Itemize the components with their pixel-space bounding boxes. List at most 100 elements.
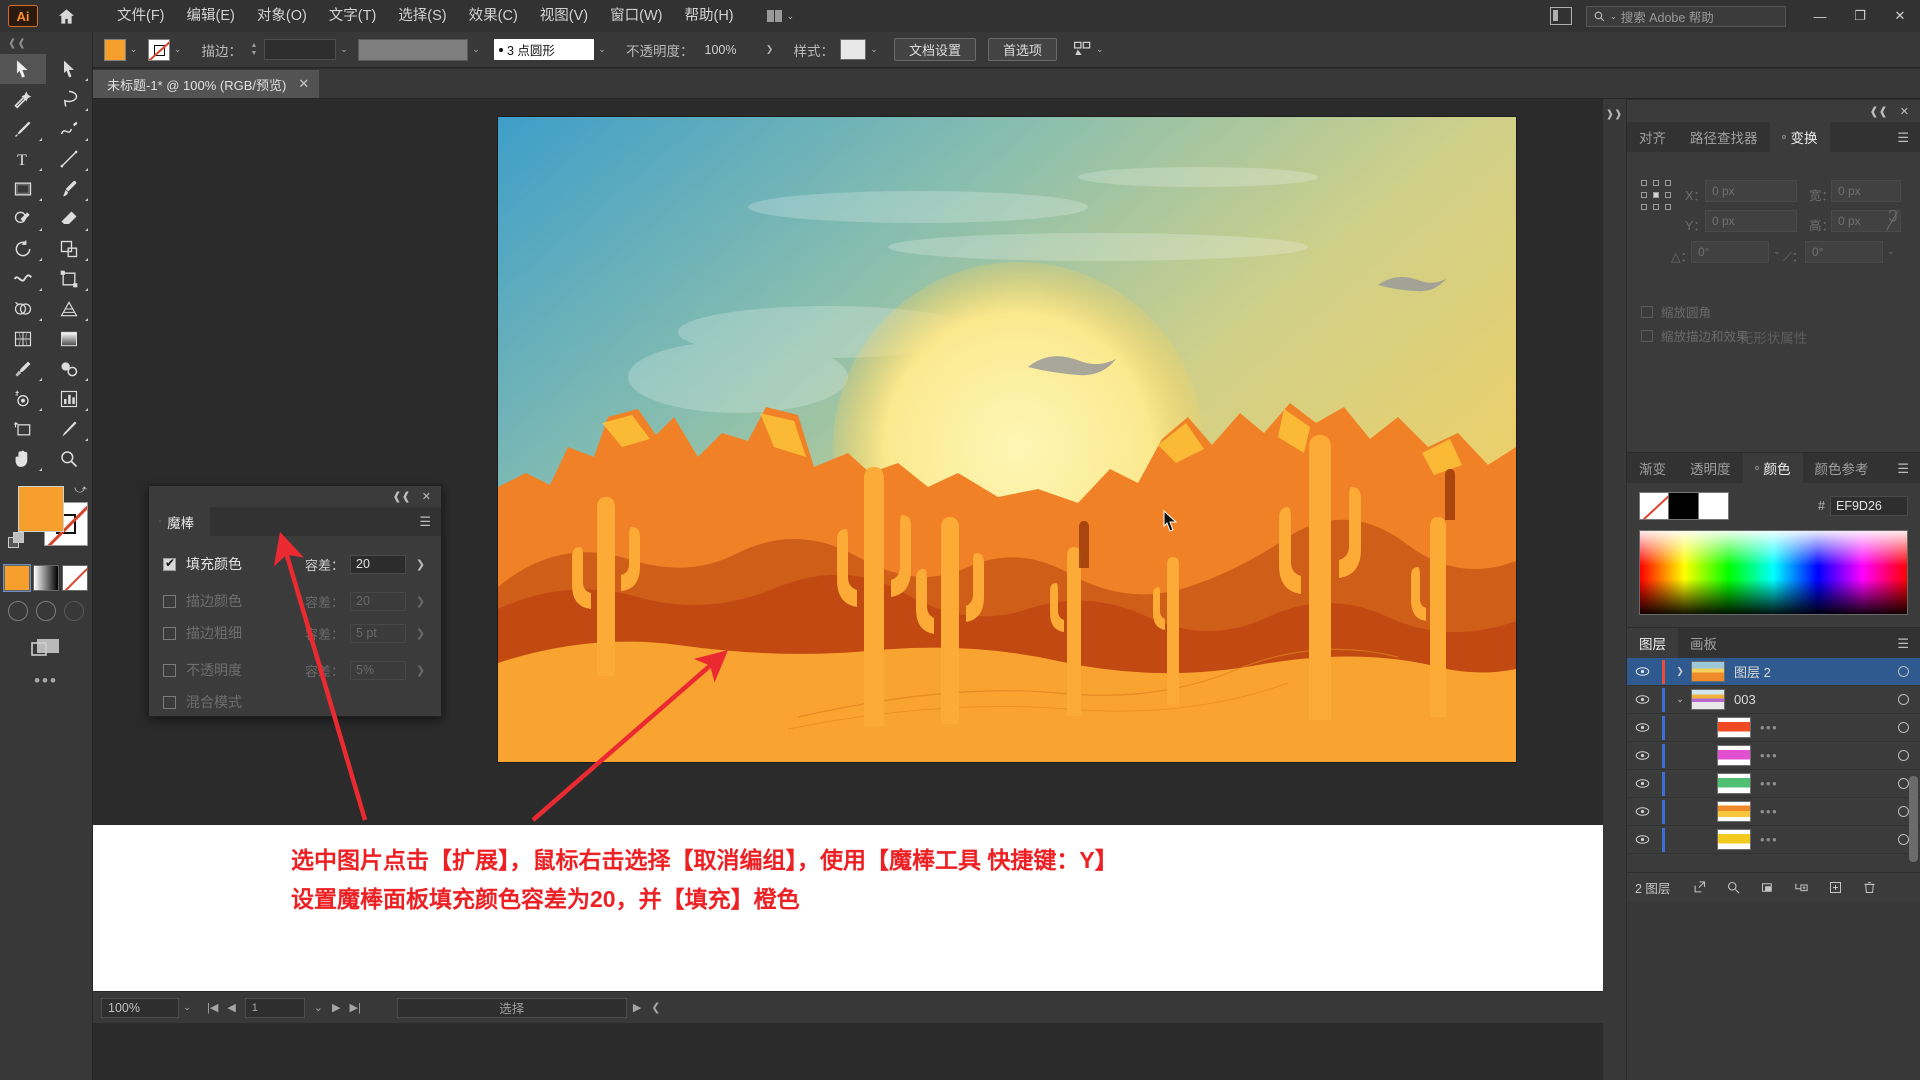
workspace-switcher[interactable]: ⌄ — [761, 10, 801, 22]
status-expand-icon[interactable]: ▶ — [633, 1001, 641, 1014]
variable-width-profile[interactable] — [358, 38, 468, 61]
visibility-icon[interactable] — [1627, 776, 1657, 791]
panel-menu-icon[interactable]: ☰ — [1897, 453, 1920, 483]
row-opacity[interactable]: 不透明度 容差： 5% ❯ — [163, 654, 429, 686]
row-blend-mode[interactable]: 混合模式 — [163, 686, 429, 718]
chevron-down-icon[interactable]: ⌄ — [1773, 246, 1781, 257]
menu-item-type[interactable]: 文字(T) — [318, 0, 388, 32]
document-setup-button[interactable]: 文档设置 — [894, 38, 977, 61]
minimize-button[interactable]: — — [1800, 0, 1840, 32]
chevron-down-icon[interactable]: ⌄ — [594, 44, 610, 55]
visibility-icon[interactable] — [1627, 804, 1657, 819]
magic-wand-panel[interactable]: ❰❰ ✕ ◦ 魔棒 ☰ 填充颜色 容差： 20 ❯ 描边颜色 容差： 20 ❯ — [148, 485, 442, 717]
style-swatch[interactable] — [840, 39, 866, 60]
artboard-artwork[interactable] — [498, 117, 1516, 762]
status-indicator[interactable]: 选择 — [396, 997, 627, 1018]
layer-name[interactable]: ••• — [1760, 804, 1886, 819]
fill-indicator[interactable] — [18, 486, 64, 532]
target-icon[interactable] — [1886, 694, 1920, 705]
white-swatch[interactable] — [1699, 492, 1729, 520]
layer-name[interactable]: ••• — [1760, 720, 1886, 735]
tab-transform[interactable]: 变换 — [1769, 122, 1830, 152]
none-mode-button[interactable] — [62, 565, 88, 591]
first-artboard-icon[interactable]: |◀ — [207, 1001, 218, 1014]
tab-magic-wand[interactable]: ◦ 魔棒 — [149, 507, 211, 536]
align-to-selection-button[interactable]: ⌄ — [1073, 40, 1104, 59]
eyedropper-tool[interactable] — [0, 354, 46, 384]
menu-item-effect[interactable]: 效果(C) — [458, 0, 529, 32]
fill-swatch[interactable] — [103, 38, 126, 61]
hand-tool[interactable] — [0, 444, 46, 474]
menu-item-select[interactable]: 选择(S) — [387, 0, 457, 32]
type-tool[interactable]: T — [0, 144, 46, 174]
pen-tool[interactable] — [0, 114, 46, 144]
none-swatch[interactable] — [1639, 492, 1669, 520]
panel-menu-icon[interactable]: ☰ — [419, 515, 431, 528]
layer-name[interactable]: ••• — [1760, 776, 1886, 791]
document-tab[interactable]: 未标题-1* @ 100% (RGB/预览) ✕ — [93, 70, 320, 98]
menu-item-edit[interactable]: 编辑(E) — [176, 0, 246, 32]
release-icon[interactable] — [1682, 873, 1716, 903]
curvature-tool[interactable] — [46, 114, 92, 144]
gradient-mode-button[interactable] — [33, 565, 59, 591]
chevron-down-icon[interactable]: ⌄ — [866, 44, 882, 55]
chevron-down-icon[interactable]: ⌄ — [126, 44, 142, 55]
blend-mode-checkbox[interactable] — [163, 695, 176, 709]
panel-toggle-icon[interactable] — [1550, 7, 1572, 25]
prev-artboard-icon[interactable]: ◀ — [227, 1001, 235, 1014]
color-spectrum[interactable] — [1639, 530, 1908, 615]
transform-rotate-input[interactable]: 0° — [1691, 241, 1769, 263]
direct-selection-tool[interactable] — [46, 54, 92, 84]
selection-tool[interactable] — [0, 54, 46, 84]
visibility-icon[interactable] — [1627, 720, 1657, 735]
constrain-proportions-icon[interactable] — [1884, 209, 1900, 237]
search-input[interactable]: ⌄ 搜索 Adobe 帮助 — [1586, 5, 1786, 27]
chevron-down-icon[interactable]: ⌄ — [1887, 246, 1895, 257]
stroke-weight-stepper[interactable]: ▲ ▼ — [248, 42, 260, 57]
table-row[interactable]: ••• — [1627, 742, 1920, 770]
status-collapse-icon[interactable]: ❮ — [651, 1001, 660, 1014]
restore-button[interactable]: ❐ — [1840, 0, 1880, 32]
fill-tolerance-input[interactable]: 20 — [350, 554, 406, 574]
visibility-icon[interactable] — [1627, 692, 1657, 707]
new-sublayer-icon[interactable] — [1784, 873, 1818, 903]
line-segment-tool[interactable] — [46, 144, 92, 174]
mesh-tool[interactable] — [0, 324, 46, 354]
hex-input[interactable]: EF9D26 — [1830, 496, 1908, 516]
transform-y-input[interactable]: 0 px — [1705, 210, 1797, 232]
shaper-tool[interactable] — [0, 204, 46, 234]
zoom-tool[interactable] — [46, 444, 92, 474]
perspective-grid-tool[interactable] — [46, 294, 92, 324]
free-transform-tool[interactable] — [46, 264, 92, 294]
transform-shear-input[interactable]: 0° — [1805, 241, 1883, 263]
scale-corners-checkbox[interactable] — [1641, 305, 1653, 318]
table-row[interactable]: ••• — [1627, 798, 1920, 826]
table-row[interactable]: ⌄ 003 — [1627, 686, 1920, 714]
stroke-color-checkbox[interactable] — [163, 594, 176, 608]
visibility-icon[interactable] — [1627, 832, 1657, 847]
chevron-down-icon[interactable]: ⌄ — [336, 44, 352, 55]
close-icon[interactable]: ✕ — [1900, 105, 1909, 118]
transform-w-input[interactable]: 0 px — [1831, 180, 1901, 202]
menu-item-file[interactable]: 文件(F) — [106, 0, 176, 32]
layer-name[interactable]: ••• — [1760, 748, 1886, 763]
menu-item-help[interactable]: 帮助(H) — [673, 0, 744, 32]
home-icon[interactable] — [52, 7, 80, 26]
toolbar-collapse-handle[interactable]: ❰❰ — [0, 32, 92, 54]
tab-artboards[interactable]: 画板 — [1678, 628, 1729, 658]
chevron-down-icon[interactable]: ⌄ — [314, 1001, 323, 1014]
tab-color-guide[interactable]: 颜色参考 — [1802, 453, 1881, 483]
chevron-down-icon[interactable]: ⌄ — [170, 44, 186, 55]
table-row[interactable]: ••• — [1627, 714, 1920, 742]
swap-fill-stroke-icon[interactable]: ⤻ — [74, 482, 87, 497]
artboard-tool[interactable] — [0, 414, 46, 444]
menu-item-view[interactable]: 视图(V) — [529, 0, 599, 32]
panel-menu-icon[interactable]: ☰ — [1897, 628, 1920, 658]
brush-definition-select[interactable]: 3 点圆形 — [494, 39, 594, 60]
new-layer-icon[interactable] — [1818, 873, 1852, 903]
scale-tool[interactable] — [46, 234, 92, 264]
chevron-down-icon[interactable]: ⌄ — [468, 44, 484, 55]
black-swatch[interactable] — [1669, 492, 1699, 520]
draw-behind-icon[interactable] — [36, 601, 56, 621]
fill-tolerance-expand-icon[interactable]: ❯ — [412, 555, 429, 574]
